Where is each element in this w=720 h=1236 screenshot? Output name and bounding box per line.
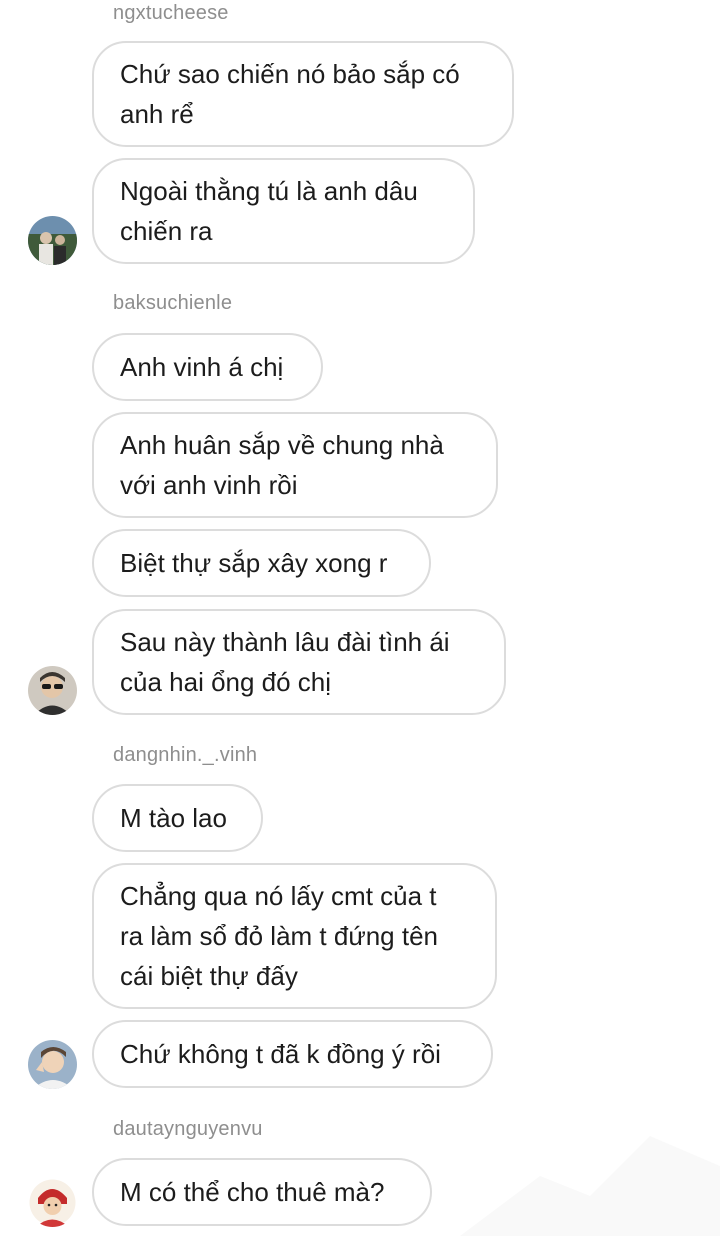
message-bubble[interactable]: Anh vinh á chị bbox=[92, 333, 323, 401]
message-bubble[interactable]: Biệt thự sắp xây xong r bbox=[92, 529, 431, 597]
avatar-icon bbox=[28, 1178, 77, 1227]
avatar-icon bbox=[28, 1040, 77, 1089]
message-bubble[interactable]: Ngoài thằng tú là anh dâu chiến ra bbox=[92, 158, 475, 264]
sender-avatar[interactable] bbox=[28, 1178, 77, 1227]
message-bubble[interactable]: M tào lao bbox=[92, 784, 263, 852]
message-bubble[interactable]: Sau này thành lâu đài tình ái của hai ổn… bbox=[92, 609, 506, 715]
sender-username[interactable]: baksuchienle bbox=[113, 292, 232, 315]
message-bubble[interactable]: M có thể cho thuê mà? bbox=[92, 1158, 432, 1226]
avatar-icon bbox=[28, 666, 77, 715]
sender-avatar[interactable] bbox=[28, 1040, 77, 1089]
message-bubble[interactable]: Chứ sao chiến nó bảo sắp có anh rể bbox=[92, 41, 514, 147]
sender-username[interactable]: ngxtucheese bbox=[113, 2, 229, 25]
message-bubble[interactable]: Chẳng qua nó lấy cmt của t ra làm sổ đỏ … bbox=[92, 863, 497, 1009]
sender-avatar[interactable] bbox=[28, 666, 77, 715]
sender-username[interactable]: dangnhin._.vinh bbox=[113, 744, 257, 767]
avatar-icon bbox=[28, 216, 77, 265]
sender-username[interactable]: dautaynguyenvu bbox=[113, 1118, 263, 1141]
message-bubble[interactable]: Anh huân sắp về chung nhà với anh vinh r… bbox=[92, 412, 498, 518]
sender-avatar[interactable] bbox=[28, 216, 77, 265]
watermark-shape bbox=[460, 1136, 720, 1236]
message-bubble[interactable]: Chứ không t đã k đồng ý rồi bbox=[92, 1020, 493, 1088]
